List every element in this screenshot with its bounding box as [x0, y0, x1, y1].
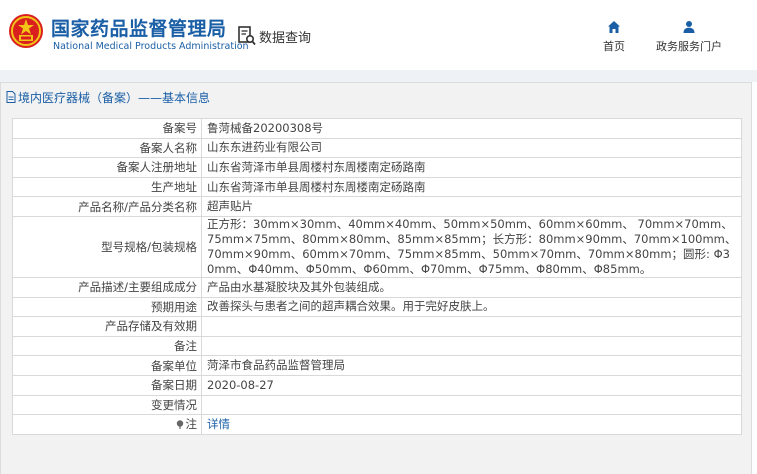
- row-value: 2020-08-27: [201, 374, 742, 396]
- row-label: 注: [185, 417, 198, 432]
- row-label: 预期用途: [12, 296, 202, 318]
- nav-home[interactable]: 首页: [603, 20, 625, 54]
- document-search-icon: [238, 26, 256, 46]
- row-value: 鲁菏械备20200308号: [201, 118, 742, 139]
- brand-subtitle: National Medical Products Administration: [53, 41, 249, 52]
- row-label: 产品描述/主要组成成分: [12, 276, 202, 298]
- table-row: 预期用途 改善探头与患者之间的超声耦合效果。用于完好皮肤上。: [12, 296, 742, 318]
- row-value: 菏泽市食品药品监督管理局: [201, 355, 742, 376]
- pin-icon: [176, 420, 183, 430]
- panel-title: 境内医疗器械（备案）——基本信息: [6, 86, 210, 108]
- data-query-label: 数据查询: [259, 30, 312, 46]
- user-icon: [683, 21, 695, 33]
- row-value: 正方形：30mm×30mm、40mm×40mm、50mm×50mm、60mm×6…: [201, 215, 742, 278]
- table-row: 备案日期 2020-08-27: [12, 374, 742, 396]
- row-value: 改善探头与患者之间的超声耦合效果。用于完好皮肤上。: [201, 296, 742, 318]
- site-header: 国家药品监督管理局 National Medical Products Admi…: [0, 0, 757, 70]
- table-row: 备案号 鲁菏械备20200308号: [12, 118, 742, 139]
- row-label: 型号规格/包装规格: [12, 215, 202, 278]
- row-value: 山东省菏泽市单县周楼村东周楼南定砀路南: [201, 157, 742, 178]
- brand-title: 国家药品监督管理局: [51, 18, 227, 40]
- row-label: 备案号: [12, 118, 202, 139]
- table-row: 产品存储及有效期: [12, 316, 742, 337]
- row-label: 产品名称/产品分类名称: [12, 196, 202, 217]
- row-label: 备案日期: [12, 374, 202, 396]
- data-query-link[interactable]: 数据查询: [238, 24, 311, 48]
- nav-portal[interactable]: 政务服务门户: [656, 20, 722, 54]
- home-icon: [608, 21, 620, 33]
- row-value: [201, 316, 742, 337]
- row-label: 产品存储及有效期: [12, 316, 202, 337]
- details-link[interactable]: 详情: [207, 417, 230, 431]
- row-value: 山东东进药业有限公司: [201, 137, 742, 159]
- document-icon: [6, 91, 16, 103]
- row-value-cell: 详情: [201, 414, 742, 435]
- row-label: 备案单位: [12, 355, 202, 376]
- row-value: [201, 394, 742, 416]
- table-row: 变更情况: [12, 394, 742, 416]
- row-label: 生产地址: [12, 176, 202, 198]
- nav-portal-label: 政务服务门户: [656, 40, 722, 53]
- row-value: 超声贴片: [201, 196, 742, 217]
- record-table: 备案号 鲁菏械备20200308号 备案人名称 山东东进药业有限公司 备案人注册…: [12, 118, 742, 435]
- row-label: 变更情况: [12, 394, 202, 416]
- row-value: [201, 335, 742, 357]
- table-row: 注 详情: [12, 414, 742, 435]
- table-row: 备注: [12, 335, 742, 357]
- row-value: 山东省菏泽市单县周楼村东周楼南定砀路南: [201, 176, 742, 198]
- table-row: 备案单位 菏泽市食品药品监督管理局: [12, 355, 742, 376]
- table-row: 产品描述/主要组成成分 产品由水基凝胶块及其外包装组成。: [12, 276, 742, 298]
- nav-home-label: 首页: [603, 40, 625, 53]
- row-value: 产品由水基凝胶块及其外包装组成。: [201, 276, 742, 298]
- table-row: 生产地址 山东省菏泽市单县周楼村东周楼南定砀路南: [12, 176, 742, 198]
- table-row: 型号规格/包装规格 正方形：30mm×30mm、40mm×40mm、50mm×5…: [12, 215, 742, 278]
- panel-title-text: 境内医疗器械（备案）——基本信息: [18, 90, 211, 105]
- note-label-cell: 注: [12, 414, 202, 435]
- table-row: 备案人注册地址 山东省菏泽市单县周楼村东周楼南定砀路南: [12, 157, 742, 178]
- national-emblem-icon: [9, 14, 43, 48]
- row-label: 备注: [12, 335, 202, 357]
- header-divider: [0, 70, 757, 82]
- table-row: 产品名称/产品分类名称 超声贴片: [12, 196, 742, 217]
- table-row: 备案人名称 山东东进药业有限公司: [12, 137, 742, 159]
- row-label: 备案人注册地址: [12, 157, 202, 178]
- row-label: 备案人名称: [12, 137, 202, 159]
